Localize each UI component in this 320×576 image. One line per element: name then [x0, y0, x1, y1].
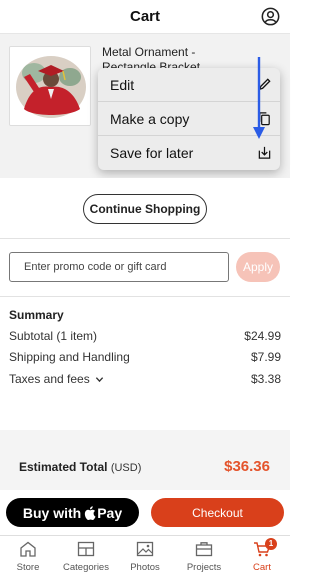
apple-pay-prefix: Buy with — [22, 504, 82, 521]
summary-label: Shipping and Handling — [9, 350, 130, 364]
currency-label: (USD) — [110, 462, 142, 474]
tab-label: Categories — [63, 562, 109, 573]
projects-icon — [195, 542, 213, 557]
checkout-button[interactable]: Checkout — [151, 498, 284, 527]
estimated-total-section: Estimated Total (USD) $36.36 — [0, 430, 290, 490]
tab-categories[interactable]: Categories — [58, 536, 114, 576]
continue-shopping-section: Continue Shopping — [0, 178, 290, 238]
photos-icon — [136, 541, 154, 557]
graduate-photo — [10, 47, 90, 125]
checkout-buttons: Buy with Pay Checkout — [0, 490, 290, 535]
menu-item-label: Save for later — [110, 145, 194, 161]
estimated-total-value: $36.36 — [224, 458, 270, 475]
summary-value: $7.99 — [250, 350, 281, 364]
tab-cart[interactable]: 1 Cart — [240, 536, 284, 576]
home-icon — [20, 541, 36, 557]
tab-projects[interactable]: Projects — [180, 536, 228, 576]
continue-shopping-button[interactable]: Continue Shopping — [83, 194, 207, 224]
chevron-down-icon[interactable] — [95, 375, 104, 384]
save-later-icon — [258, 146, 271, 159]
summary-label: Taxes and fees — [9, 372, 90, 386]
summary-row-subtotal: Subtotal (1 item) $24.99 — [9, 329, 281, 345]
tab-label: Photos — [130, 562, 160, 573]
header: Cart — [0, 0, 290, 34]
summary-row-shipping: Shipping and Handling $7.99 — [9, 350, 281, 366]
promo-code-input[interactable] — [9, 252, 229, 282]
tab-photos[interactable]: Photos — [122, 536, 168, 576]
annotation-arrow-icon — [253, 57, 265, 139]
summary-value: $3.38 — [250, 372, 281, 386]
estimated-total-label: Estimated Total (USD) — [19, 460, 141, 474]
tab-label: Cart — [253, 562, 271, 573]
tab-store[interactable]: Store — [6, 536, 50, 576]
apple-logo-icon — [85, 505, 96, 520]
categories-icon — [77, 541, 95, 557]
estimated-total-text: Estimated Total — [19, 460, 108, 474]
divider — [0, 238, 290, 239]
summary-title: Summary — [9, 308, 64, 322]
divider — [0, 296, 290, 297]
cart-count-badge: 1 — [265, 538, 277, 550]
summary-label-group: Taxes and fees — [9, 372, 104, 386]
user-circle-icon[interactable] — [261, 7, 280, 26]
menu-item-save-for-later[interactable]: Save for later — [98, 136, 280, 170]
apply-promo-button[interactable]: Apply — [236, 252, 280, 282]
summary-row-taxes[interactable]: Taxes and fees $3.38 — [9, 372, 281, 388]
bottom-tab-bar: Store Categories Photos Projects 1 Cart — [0, 535, 290, 576]
menu-item-label: Make a copy — [110, 111, 190, 127]
tab-label: Projects — [186, 562, 222, 573]
menu-item-label: Edit — [110, 77, 135, 93]
apple-pay-button[interactable]: Buy with Pay — [6, 498, 139, 527]
summary-value: $24.99 — [244, 329, 281, 343]
page-title: Cart — [129, 8, 160, 25]
summary-label: Subtotal (1 item) — [9, 329, 98, 343]
product-thumbnail[interactable] — [9, 46, 91, 126]
tab-label: Store — [16, 562, 40, 573]
apple-pay-suffix: Pay — [97, 504, 123, 521]
